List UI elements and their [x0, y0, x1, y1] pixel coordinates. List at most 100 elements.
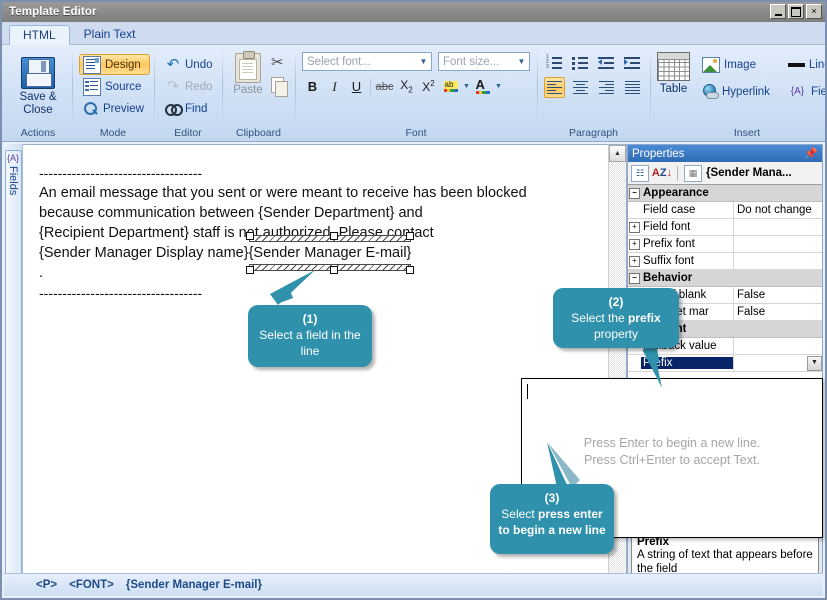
field-braces-icon: {A} — [790, 86, 805, 97]
table-icon — [657, 52, 690, 81]
template-editor-window: Template Editor × HTML Plain Text Save &… — [0, 0, 827, 600]
close-button[interactable]: × — [806, 4, 822, 19]
undo-button[interactable]: ↶ Undo — [161, 54, 219, 75]
numbered-list-button[interactable]: 123 — [544, 53, 565, 74]
status-tag-font: <FONT> — [69, 579, 114, 591]
document-line-1: An email message that you sent or were m… — [39, 185, 527, 201]
property-value[interactable]: ▼ — [733, 354, 822, 372]
tab-html[interactable]: HTML — [9, 25, 70, 45]
group-label-actions: Actions — [20, 127, 56, 139]
property-name: Field font — [643, 221, 691, 233]
property-pages-icon[interactable]: ▦ — [684, 164, 702, 182]
property-row-prefix[interactable]: Prefix ▼ — [628, 354, 822, 372]
italic-button[interactable]: I — [324, 76, 345, 97]
selected-field-sender-manager-email[interactable]: {Sender Manager E-mail} — [245, 232, 415, 274]
decrease-indent-button[interactable] — [596, 53, 617, 74]
insert-line-button[interactable]: Line — [784, 54, 825, 75]
status-bar: <P> <FONT> {Sender Manager E-mail} — [4, 573, 823, 596]
numbered-list-icon: 123 — [546, 55, 563, 71]
align-left-button[interactable] — [544, 77, 565, 98]
paste-button[interactable]: Paste — [229, 51, 267, 96]
property-value[interactable] — [733, 337, 822, 355]
ribbon-group-mode: Design Source Preview Mode — [72, 47, 154, 140]
increase-indent-button[interactable] — [622, 53, 643, 74]
bulleted-list-icon — [572, 56, 589, 71]
property-category-behavior[interactable]: − Behavior — [628, 270, 822, 287]
group-label-font: Font — [405, 127, 427, 139]
category-label: Behavior — [643, 272, 693, 284]
group-label-clipboard: Clipboard — [236, 127, 281, 139]
callout-2-text-pre: Select the — [571, 311, 628, 325]
property-category-appearance[interactable]: − Appearance — [628, 185, 822, 202]
hyperlink-label: Hyperlink — [722, 85, 770, 98]
property-row-field-case[interactable]: Field case Do not change — [628, 201, 822, 219]
mode-source-button[interactable]: Source — [79, 76, 150, 97]
property-value[interactable] — [733, 252, 822, 270]
mode-source-label: Source — [105, 80, 142, 93]
property-value[interactable]: Do not change — [733, 201, 822, 219]
align-justify-button[interactable] — [622, 77, 643, 98]
font-family-combo[interactable]: Select font... ▼ — [302, 52, 432, 71]
group-label-paragraph: Paragraph — [568, 127, 619, 139]
subscript-button[interactable]: X2 — [396, 76, 417, 97]
copy-icon[interactable] — [271, 77, 288, 97]
chevron-down-icon[interactable]: ▼ — [494, 83, 503, 90]
collapse-icon: − — [629, 272, 640, 284]
document-line-2: because communication between {Sender De… — [39, 205, 423, 221]
scissors-icon[interactable]: ✂ — [271, 55, 288, 70]
bold-button[interactable]: B — [302, 76, 323, 97]
text-highlight-button[interactable]: ab — [440, 76, 461, 97]
align-right-button[interactable] — [596, 77, 617, 98]
tab-plain-text[interactable]: Plain Text — [70, 24, 150, 44]
save-and-close-button[interactable]: Save & Close — [11, 56, 65, 117]
property-value[interactable] — [733, 218, 822, 236]
mode-design-label: Design — [105, 58, 141, 71]
alphabetical-sort-icon[interactable]: AZ↓ — [652, 165, 672, 182]
underline-button[interactable]: U — [346, 76, 367, 97]
pin-icon[interactable]: 📌 — [804, 147, 818, 160]
scroll-up-button[interactable]: ▲ — [609, 145, 626, 162]
callout-1-text: Select a field in the line — [259, 328, 361, 358]
maximize-button[interactable] — [788, 4, 804, 19]
minimize-button[interactable] — [770, 4, 786, 19]
left-rail: {A} Fields — [4, 144, 23, 596]
property-row-suffix-font[interactable]: + Suffix font — [628, 252, 822, 270]
find-button[interactable]: Find — [161, 98, 219, 119]
bulleted-list-button[interactable] — [570, 53, 591, 74]
property-value[interactable]: False — [733, 286, 822, 304]
mode-design-button[interactable]: Design — [79, 54, 150, 75]
property-row-prefix-font[interactable]: + Prefix font — [628, 235, 822, 253]
horizontal-line-icon — [787, 62, 805, 67]
floppy-disk-icon — [21, 56, 55, 89]
chevron-down-icon[interactable]: ▼ — [807, 355, 822, 371]
insert-fields-button[interactable]: {A} Fields ▼ — [784, 81, 825, 102]
align-right-icon — [598, 80, 615, 95]
strikethrough-button[interactable]: abc — [374, 76, 395, 97]
font-size-combo[interactable]: Font size... ▼ — [438, 52, 530, 71]
redo-button[interactable]: ↷ Redo — [161, 76, 219, 97]
align-justify-icon — [624, 80, 641, 95]
property-value[interactable]: False — [733, 303, 822, 321]
insert-table-button[interactable]: Table — [657, 52, 690, 96]
property-value[interactable] — [733, 235, 822, 253]
design-view-icon — [83, 55, 101, 74]
font-color-button[interactable]: A — [472, 76, 493, 97]
insert-image-button[interactable]: Image — [698, 54, 776, 75]
editor-hint-line-2: Press Ctrl+Enter to accept Text. — [584, 453, 760, 467]
sidebar-tab-fields-label: Fields — [7, 166, 19, 196]
mode-preview-button[interactable]: Preview — [79, 98, 150, 119]
callout-2-text-post: property — [593, 327, 639, 341]
save-and-close-label: Save & Close — [19, 90, 57, 116]
callout-2-text-bold: prefix — [628, 311, 661, 325]
categorized-view-icon[interactable]: ☷ — [631, 164, 649, 182]
title-bar: Template Editor × — [2, 2, 825, 22]
insert-hyperlink-button[interactable]: Hyperlink — [698, 81, 776, 102]
sidebar-tab-fields[interactable]: {A} Fields — [4, 150, 22, 596]
superscript-button[interactable]: X2 — [418, 76, 439, 97]
selected-field-text: {Sender Manager E-mail} — [248, 245, 412, 261]
properties-object-name: {Sender Mana... — [706, 167, 792, 179]
align-center-button[interactable] — [570, 77, 591, 98]
property-row-field-font[interactable]: + Field font — [628, 218, 822, 236]
ribbon-group-actions: Save & Close Actions — [4, 47, 72, 140]
chevron-down-icon[interactable]: ▼ — [462, 83, 471, 90]
